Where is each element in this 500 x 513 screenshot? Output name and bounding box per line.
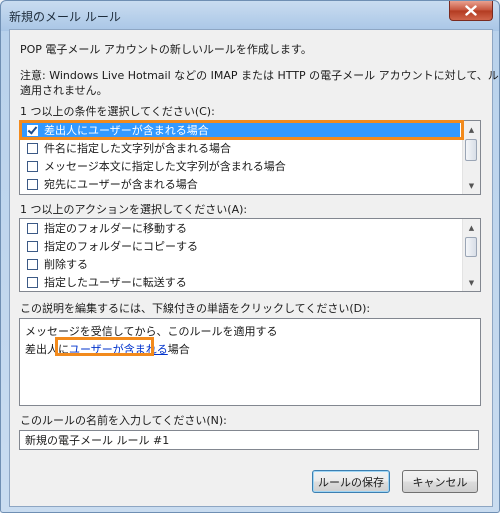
intro-text: POP 電子メール アカウントの新しいルールを作成します。 bbox=[20, 43, 312, 56]
rule-name-label: このルールの名前を入力してください(N): bbox=[20, 414, 227, 427]
action-label: 指定のフォルダーにコピーする bbox=[44, 240, 198, 253]
scroll-down-icon[interactable]: ▼ bbox=[463, 177, 480, 194]
highlight-frame bbox=[19, 120, 464, 140]
condition-label: 宛先にユーザーが含まれる場合 bbox=[44, 178, 198, 191]
action-label: 削除する bbox=[44, 258, 88, 271]
scroll-up-icon[interactable]: ▲ bbox=[463, 121, 480, 138]
actions-label: 1 つ以上のアクションを選択してください(A): bbox=[20, 203, 248, 216]
condition-item[interactable]: 宛先にユーザーが含まれる場合 bbox=[20, 176, 460, 193]
cancel-button[interactable]: キャンセル bbox=[402, 470, 478, 493]
scroll-up-icon[interactable]: ▲ bbox=[463, 219, 480, 236]
actions-scrollbar[interactable]: ▲ ▼ bbox=[462, 219, 480, 291]
action-item[interactable]: 指定したユーザーに転送する bbox=[20, 274, 460, 291]
checkbox[interactable] bbox=[27, 259, 38, 270]
note-line-2: 適用されません。 bbox=[20, 84, 108, 97]
checkbox[interactable] bbox=[27, 241, 38, 252]
title-bar[interactable]: 新規のメール ルール bbox=[1, 1, 499, 29]
checkbox[interactable] bbox=[27, 179, 38, 190]
note-line-1: 注意: Windows Live Hotmail などの IMAP または HT… bbox=[20, 69, 500, 82]
conditions-scrollbar[interactable]: ▲ ▼ bbox=[462, 121, 480, 194]
condition-label: メッセージ本文に指定した文字列が含まれる場合 bbox=[44, 160, 286, 173]
window-title: 新規のメール ルール bbox=[9, 10, 121, 24]
checkbox[interactable] bbox=[27, 143, 38, 154]
rule-name-input[interactable] bbox=[19, 430, 479, 450]
close-button[interactable] bbox=[449, 1, 493, 21]
rule-description-box: メッセージを受信してから、このルールを適用する 差出人にユーザーが含まれる場合 bbox=[19, 318, 481, 406]
scroll-thumb[interactable] bbox=[465, 237, 477, 257]
actions-list[interactable]: 指定のフォルダーに移動する 指定のフォルダーにコピーする 削除する 指定したユー… bbox=[19, 218, 481, 292]
condition-item[interactable]: メッセージ本文に指定した文字列が含まれる場合 bbox=[20, 158, 460, 175]
close-icon bbox=[465, 5, 477, 16]
checkbox[interactable] bbox=[27, 223, 38, 234]
condition-label: 件名に指定した文字列が含まれる場合 bbox=[44, 142, 231, 155]
action-label: 指定したユーザーに転送する bbox=[44, 276, 187, 289]
action-item[interactable]: 指定のフォルダーに移動する bbox=[20, 220, 460, 237]
scroll-thumb[interactable] bbox=[465, 139, 477, 161]
description-label: この説明を編集するには、下線付きの単語をクリックしてください(D): bbox=[20, 302, 371, 315]
description-suffix: 場合 bbox=[167, 343, 190, 356]
action-label: 指定のフォルダーに移動する bbox=[44, 222, 187, 235]
condition-item[interactable]: 件名に指定した文字列が含まれる場合 bbox=[20, 140, 460, 157]
checkbox[interactable] bbox=[27, 161, 38, 172]
dialog-body: POP 電子メール アカウントの新しいルールを作成します。 注意: Window… bbox=[9, 29, 499, 507]
action-item[interactable]: 削除する bbox=[20, 256, 460, 273]
checkbox[interactable] bbox=[27, 277, 38, 288]
rule-dialog-window: 新規のメール ルール POP 電子メール アカウントの新しいルールを作成します。… bbox=[0, 0, 500, 513]
scroll-down-icon[interactable]: ▼ bbox=[463, 274, 480, 291]
action-item[interactable]: 指定のフォルダーにコピーする bbox=[20, 238, 460, 255]
conditions-label: 1 つ以上の条件を選択してください(C): bbox=[20, 105, 215, 118]
link-highlight-frame bbox=[55, 337, 154, 356]
save-rule-button[interactable]: ルールの保存 bbox=[312, 470, 390, 493]
